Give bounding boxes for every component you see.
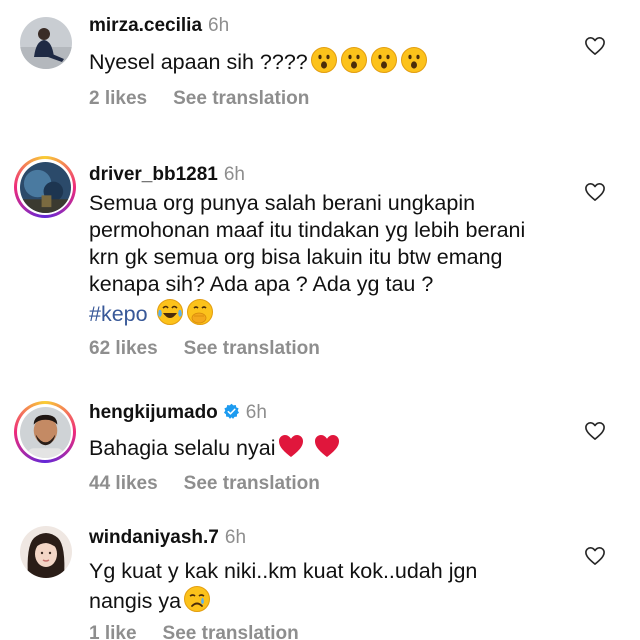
comment-text-line-1: Yg kuat y kak niki..km kuat kok..udah jg… (89, 559, 478, 583)
avatar[interactable] (14, 156, 76, 218)
comment-text: Semua org punya salah berani ungkapin pe… (89, 191, 526, 296)
see-translation-link[interactable]: See translation (184, 338, 320, 359)
avatar[interactable] (20, 526, 72, 578)
comment-username[interactable]: hengkijumado (89, 402, 218, 423)
hushed-face-icon (310, 47, 337, 73)
comment-time: 6h (208, 15, 230, 36)
verified-badge-icon (223, 403, 239, 419)
comment-text: Bahagia selalu nyai (89, 436, 276, 460)
likes-count[interactable]: 1 like (89, 623, 137, 640)
comment-time: 6h (245, 402, 267, 423)
see-translation-link[interactable]: See translation (173, 88, 309, 109)
hushed-face-icon (370, 47, 397, 73)
see-translation-link[interactable]: See translation (163, 623, 299, 640)
crying-face-icon (184, 586, 211, 612)
heart-outline-icon[interactable] (584, 421, 606, 441)
avatar[interactable] (20, 17, 72, 69)
likes-count[interactable]: 62 likes (89, 338, 158, 359)
face-with-hand-over-mouth-icon (186, 299, 213, 325)
heart-outline-icon[interactable] (584, 546, 606, 566)
red-heart-icon (315, 435, 340, 457)
comment-feed: mirza.cecilia 6h Nyesel apaan sih ???? 2 … (0, 0, 640, 640)
likes-count[interactable]: 2 likes (89, 88, 147, 109)
heart-outline-icon[interactable] (584, 36, 606, 56)
face-with-tears-of-joy-icon (156, 299, 183, 325)
avatar[interactable] (14, 401, 76, 463)
red-heart-icon (279, 435, 304, 457)
see-translation-link[interactable]: See translation (184, 473, 320, 494)
comment-text-block: Semua org punya salah berani ungkapin pe… (89, 190, 554, 328)
hushed-face-icon (400, 47, 427, 73)
comment-text-line-2: nangis ya (89, 589, 182, 613)
hashtag-link[interactable]: #kepo (89, 302, 148, 326)
comment-username[interactable]: windaniyash.7 (89, 527, 219, 548)
comment-text: Nyesel apaan sih ???? (89, 50, 308, 74)
likes-count[interactable]: 44 likes (89, 473, 158, 494)
comment-username[interactable]: driver_bb1281 (89, 164, 218, 185)
comment-text-block: Nyesel apaan sih ???? (89, 46, 559, 76)
heart-outline-icon[interactable] (584, 182, 606, 202)
comment-time: 6h (224, 527, 247, 548)
comment-text-block: Bahagia selalu nyai (89, 432, 559, 462)
hushed-face-icon (340, 47, 367, 73)
comment-username[interactable]: mirza.cecilia (89, 15, 202, 36)
comment-time: 6h (223, 164, 245, 185)
comment-text-block: Yg kuat y kak niki..km kuat kok..udah jg… (89, 558, 569, 615)
